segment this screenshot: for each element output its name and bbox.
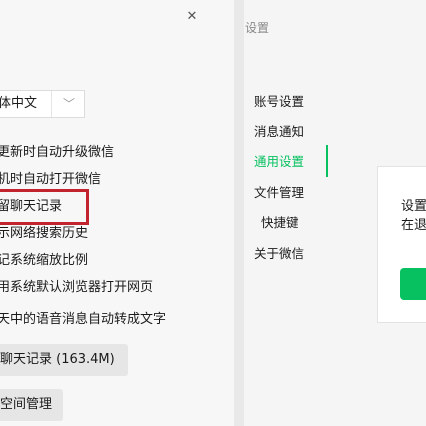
nav-shortcuts[interactable]: 快捷键 [261, 214, 299, 232]
option-voice-to-text[interactable]: 天中的语音消息自动转成文字 [0, 311, 166, 329]
option-auto-start[interactable]: 机时自动打开微信 [0, 171, 101, 189]
nav-about-wechat[interactable]: 关于微信 [254, 245, 304, 263]
option-default-browser[interactable]: 用系统默认浏览器打开网页 [0, 279, 153, 297]
nav-file-management[interactable]: 文件管理 [254, 184, 304, 202]
dialog-confirm-button[interactable] [400, 268, 426, 300]
nav-notifications[interactable]: 消息通知 [254, 123, 304, 141]
close-icon[interactable]: ✕ [185, 10, 199, 24]
dialog-text-line1: 设置 [401, 199, 426, 214]
language-select[interactable]: 体中文 ﹀ [0, 90, 85, 118]
active-nav-indicator [326, 145, 328, 177]
window-gap [234, 0, 244, 426]
nav-general-settings[interactable]: 通用设置 [254, 153, 304, 171]
option-system-scaling[interactable]: 记系统缩放比例 [0, 252, 88, 270]
settings-window: 设置 账号设置 消息通知 通用设置 文件管理 快捷键 关于微信 设置 在退 [244, 0, 426, 426]
window-title: 设置 [245, 21, 270, 35]
nav-account-settings[interactable]: 账号设置 [254, 93, 304, 111]
option-search-history[interactable]: 示网络搜索历史 [0, 225, 88, 243]
clear-chat-history-button[interactable]: 聊天记录 (163.4M) [0, 344, 128, 376]
storage-management-button[interactable]: 空间管理 [0, 389, 63, 421]
general-settings-panel: ✕ 体中文 ﹀ 更新时自动升级微信 机时自动打开微信 留聊天记录 示网络搜索历史… [0, 0, 234, 426]
language-select-value: 体中文 [0, 96, 38, 111]
chevron-down-icon[interactable]: ﹀ [51, 91, 86, 117]
highlight-annotation [0, 189, 89, 225]
dialog-text-line2: 在退 [401, 218, 426, 233]
confirm-dialog: 设置 在退 [377, 166, 426, 323]
option-auto-update[interactable]: 更新时自动升级微信 [0, 144, 114, 162]
